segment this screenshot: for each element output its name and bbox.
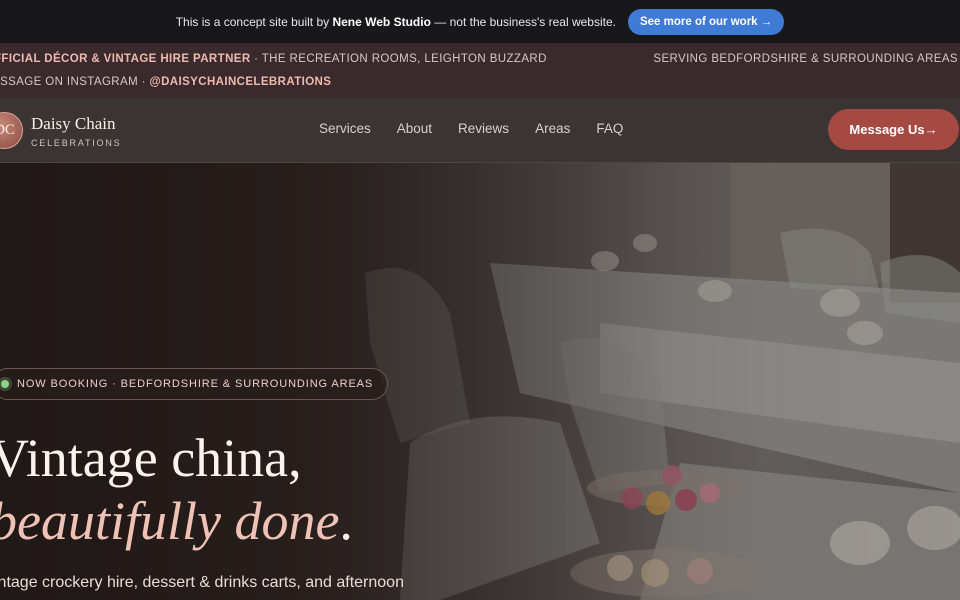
- logo-icon[interactable]: DC: [0, 112, 23, 149]
- see-more-work-button[interactable]: See more of our work →: [627, 8, 785, 35]
- nav-link-areas[interactable]: Areas: [535, 121, 570, 136]
- instagram-handle: @DAISYCHAINCELEBRATIONS: [149, 76, 332, 88]
- brand-name[interactable]: Daisy Chain: [31, 114, 116, 134]
- hero-lead-text: intage crockery hire, dessert & drinks c…: [0, 574, 404, 591]
- main-nav: DC Daisy Chain CELEBRATIONS Services Abo…: [0, 98, 960, 163]
- nav-links: Services About Reviews Areas FAQ: [319, 121, 623, 136]
- partner-line: FFICIAL DÉCOR & VINTAGE HIRE PARTNER · T…: [0, 53, 547, 65]
- status-dot-icon: [1, 380, 9, 388]
- serving-area-text: SERVING BEDFORDSHIRE & SURROUNDING AREAS: [653, 53, 958, 65]
- nav-link-services[interactable]: Services: [319, 121, 371, 136]
- hero-headline-line2: beautifully done.: [0, 491, 353, 551]
- hero-section: NOW BOOKING · BEDFORDSHIRE & SURROUNDING…: [0, 163, 960, 600]
- booking-badge-text: NOW BOOKING · BEDFORDSHIRE & SURROUNDING…: [17, 378, 374, 390]
- nav-link-faq[interactable]: FAQ: [596, 121, 623, 136]
- concept-banner: This is a concept site built by Nene Web…: [0, 0, 960, 43]
- concept-text: This is a concept site built by Nene Web…: [175, 14, 616, 29]
- announcement-strip: FFICIAL DÉCOR & VINTAGE HIRE PARTNER · T…: [0, 43, 960, 99]
- instagram-line[interactable]: ESSAGE ON INSTAGRAM · @DAISYCHAINCELEBRA…: [0, 76, 331, 88]
- studio-name: Nene Web Studio: [332, 14, 431, 29]
- message-us-button[interactable]: Message Us→: [828, 109, 959, 150]
- hero-headline-line1: Vintage china,: [0, 428, 302, 488]
- nav-link-reviews[interactable]: Reviews: [458, 121, 509, 136]
- booking-badge: NOW BOOKING · BEDFORDSHIRE & SURROUNDING…: [0, 368, 389, 400]
- nav-link-about[interactable]: About: [397, 121, 432, 136]
- brand-subtitle: CELEBRATIONS: [31, 138, 122, 148]
